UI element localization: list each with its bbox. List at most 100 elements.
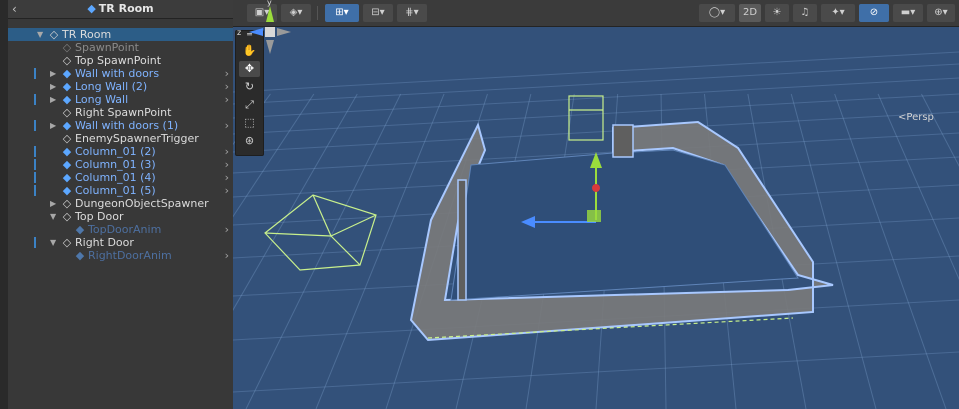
2d-toggle[interactable]: 2D: [739, 4, 761, 22]
grid-snap-icon[interactable]: ⊞▾: [325, 4, 359, 22]
gizmos-icon[interactable]: ⊕▾: [927, 4, 955, 22]
hierarchy-title-text: TR Room: [98, 2, 154, 15]
hierarchy-item-label: Right SpawnPoint: [75, 106, 172, 119]
hierarchy-item[interactable]: ▶ ◆ Wall with doors (1) ›: [8, 119, 233, 132]
hierarchy-item[interactable]: ◆ Column_01 (5) ›: [8, 184, 233, 197]
gameobject-cube-icon: ◇: [62, 41, 72, 54]
gizmo-z-cone[interactable]: [249, 28, 263, 36]
collapsed-arrow-icon[interactable]: ▶: [50, 119, 56, 132]
hierarchy-item[interactable]: ▼ ◇ Right Door: [8, 236, 233, 249]
hierarchy-item[interactable]: ◆ Column_01 (2) ›: [8, 145, 233, 158]
hierarchy-header: ‹ ◆ TR Room: [8, 0, 233, 19]
prefab-open-chevron-icon[interactable]: ›: [225, 184, 229, 197]
projection-label-text: Persp: [906, 112, 934, 123]
lighting-icon[interactable]: ☀: [765, 4, 789, 22]
hierarchy-item[interactable]: ▶ ◆ Wall with doors ›: [8, 67, 233, 80]
effects-icon[interactable]: ✦▾: [821, 4, 855, 22]
override-indicator: [34, 237, 36, 248]
gameobject-cube-icon: ◇: [62, 236, 72, 249]
scene-canvas[interactable]: [233, 0, 959, 409]
hierarchy-item-label: TR Room: [62, 28, 112, 41]
hierarchy-item[interactable]: ◇ Top SpawnPoint: [8, 54, 233, 67]
prefab-open-chevron-icon[interactable]: ›: [225, 249, 229, 262]
hierarchy-item[interactable]: ▼ ◇ Top Door: [8, 210, 233, 223]
hierarchy-item[interactable]: ◇ Right SpawnPoint: [8, 106, 233, 119]
hierarchy-item-label: Column_01 (3): [75, 158, 156, 171]
hierarchy-item-label: RightDoorAnim: [88, 249, 172, 262]
collapsed-arrow-icon[interactable]: ▶: [50, 93, 56, 106]
prefab-open-chevron-icon[interactable]: ›: [225, 93, 229, 106]
override-indicator: [34, 120, 36, 131]
gameobject-cube-icon: ◇: [62, 210, 72, 223]
gizmo-center-cube[interactable]: [265, 27, 275, 37]
hierarchy-item[interactable]: ◆ RightDoorAnim ›: [8, 249, 233, 262]
hierarchy-item-label: Wall with doors: [75, 67, 160, 80]
move-handle-x: [592, 184, 600, 192]
prefab-open-chevron-icon[interactable]: ›: [225, 171, 229, 184]
increment-snap-icon[interactable]: ⊟▾: [363, 4, 393, 22]
hierarchy-item-label: Top SpawnPoint: [75, 54, 162, 67]
override-indicator: [34, 146, 36, 157]
gizmo-neg-y-cone[interactable]: [266, 40, 274, 54]
hierarchy-item-label: Long Wall (2): [75, 80, 148, 93]
hierarchy-list: ▼ ◇ TR Room ◇ SpawnPoint ◇ Top SpawnPoint ▶ ◆ Wal…: [8, 28, 233, 262]
rect-tool-icon[interactable]: ⬚: [239, 115, 260, 131]
hierarchy-item[interactable]: ▶ ◇ DungeonObjectSpawner: [8, 197, 233, 210]
collapsed-arrow-icon[interactable]: ▶: [50, 80, 56, 93]
hidden-objects-icon[interactable]: ⊘: [859, 4, 889, 22]
hierarchy-item[interactable]: ▶ ◆ Long Wall ›: [8, 93, 233, 106]
ruler-icon[interactable]: ⋕▾: [397, 4, 427, 22]
gizmo-z-label: z: [237, 28, 241, 37]
hierarchy-item[interactable]: ◇ SpawnPoint: [8, 41, 233, 54]
transform-tool-icon[interactable]: ⊛: [239, 133, 260, 149]
expanded-arrow-icon[interactable]: ▼: [50, 210, 56, 223]
hierarchy-item[interactable]: ◆ TopDoorAnim ›: [8, 223, 233, 236]
gameobject-cube-icon: ◇: [62, 197, 72, 210]
gameobject-cube-icon: ◇: [62, 132, 72, 145]
prefab-cube-icon: ◆: [62, 171, 72, 184]
audio-icon[interactable]: ♫: [793, 4, 817, 22]
prefab-cube-icon: ◆: [62, 67, 72, 80]
hierarchy-item-label: DungeonObjectSpawner: [75, 197, 209, 210]
hierarchy-item[interactable]: ◇ EnemySpawnerTrigger: [8, 132, 233, 145]
hierarchy-item[interactable]: ▼ ◇ TR Room: [8, 28, 233, 41]
prefab-cube-icon: ◆: [75, 249, 85, 262]
projection-label[interactable]: <Persp: [898, 112, 934, 123]
hierarchy-item[interactable]: ▶ ◆ Long Wall (2) ›: [8, 80, 233, 93]
prefab-open-chevron-icon[interactable]: ›: [225, 145, 229, 158]
hierarchy-item[interactable]: ◆ Column_01 (4) ›: [8, 171, 233, 184]
hierarchy-item-label: SpawnPoint: [75, 41, 139, 54]
gizmo-x-cone[interactable]: [277, 28, 291, 36]
gizmo-y-label: y: [267, 0, 272, 7]
prefab-cube-icon: ◆: [62, 158, 72, 171]
rotate-tool-icon[interactable]: ↻: [239, 79, 260, 95]
collapsed-arrow-icon[interactable]: ▶: [50, 67, 56, 80]
collapsed-arrow-icon[interactable]: ▶: [50, 197, 56, 210]
gameobject-cube-icon: ◇: [62, 106, 72, 119]
override-indicator: [34, 159, 36, 170]
prefab-open-chevron-icon[interactable]: ›: [225, 119, 229, 132]
hierarchy-item-label: Right Door: [75, 236, 134, 249]
hierarchy-item-label: EnemySpawnerTrigger: [75, 132, 199, 145]
scene-view[interactable]: ▣▾ ◈▾ ⊞▾ ⊟▾ ⋕▾ ◯▾ 2D ☀ ♫ ✦▾ ⊘ ▬▾ ⊕▾ ═ ✋ …: [233, 0, 959, 409]
gizmo-y-cone[interactable]: [266, 6, 274, 22]
prefab-open-chevron-icon[interactable]: ›: [225, 80, 229, 93]
gameobject-cube-icon: ◇: [62, 54, 72, 67]
expanded-arrow-icon[interactable]: ▼: [37, 28, 43, 41]
hierarchy-item-label: Column_01 (2): [75, 145, 156, 158]
camera-icon[interactable]: ▬▾: [893, 4, 923, 22]
prefab-open-chevron-icon[interactable]: ›: [225, 158, 229, 171]
shading-mode-icon[interactable]: ◯▾: [699, 4, 735, 22]
hierarchy-item[interactable]: ◆ Column_01 (3) ›: [8, 158, 233, 171]
hierarchy-title: ◆ TR Room: [8, 2, 233, 15]
scale-tool-icon[interactable]: ⤢: [239, 97, 260, 113]
override-indicator: [34, 94, 36, 105]
prefab-cube-icon: ◆: [62, 93, 72, 106]
prefab-open-chevron-icon[interactable]: ›: [225, 223, 229, 236]
prefab-cube-icon: ◆: [62, 184, 72, 197]
prefab-open-chevron-icon[interactable]: ›: [225, 67, 229, 80]
expanded-arrow-icon[interactable]: ▼: [50, 236, 56, 249]
scene-toolbar: ▣▾ ◈▾ ⊞▾ ⊟▾ ⋕▾ ◯▾ 2D ☀ ♫ ✦▾ ⊘ ▬▾ ⊕▾: [233, 0, 959, 27]
orientation-gizmo[interactable]: y z: [233, 0, 303, 55]
move-tool-icon[interactable]: ✥: [239, 61, 260, 77]
